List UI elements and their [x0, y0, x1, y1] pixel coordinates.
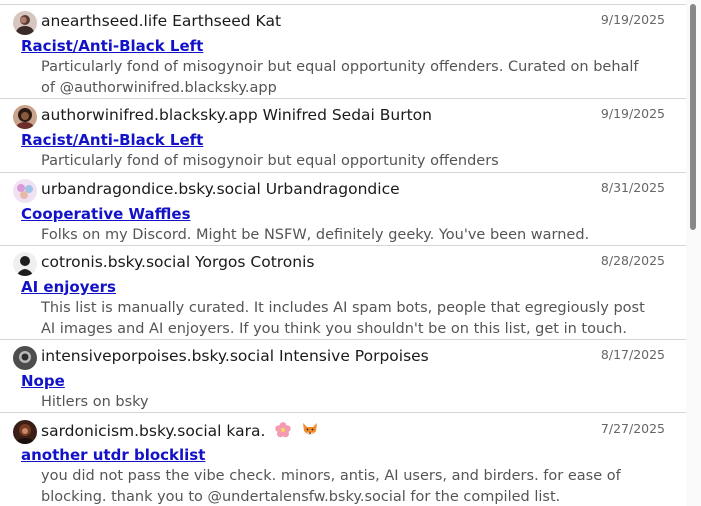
date-label: 8/28/2025: [600, 253, 665, 268]
list-title-link[interactable]: AI enjoyers: [21, 278, 116, 296]
author-name[interactable]: cotronis.bsky.social Yorgos Cotronis: [41, 253, 315, 271]
fox-icon: [301, 421, 319, 443]
date-label: 8/31/2025: [600, 180, 665, 195]
avatar[interactable]: [13, 346, 37, 370]
date-label: 9/19/2025: [600, 12, 665, 27]
list-description: Hitlers on bsky: [41, 394, 149, 410]
list-item: sardonicism.bsky.social kara. 7/27/2025 …: [0, 413, 686, 506]
scrollbar-thumb[interactable]: [690, 4, 696, 230]
author-name[interactable]: urbandragondice.bsky.social Urbandragond…: [41, 180, 400, 198]
list-title-link[interactable]: another utdr blocklist: [21, 446, 205, 464]
list-title-link[interactable]: Nope: [21, 372, 65, 390]
avatar[interactable]: [13, 11, 37, 35]
list-feed: anearthseed.life Earthseed Kat 9/19/2025…: [0, 0, 686, 506]
author-name[interactable]: sardonicism.bsky.social kara.: [41, 421, 319, 443]
avatar[interactable]: [13, 252, 37, 276]
list-description: This list is manually curated. It includ…: [41, 300, 645, 337]
list-item: authorwinifred.blacksky.app Winifred Sed…: [0, 99, 686, 173]
list-description: Particularly fond of misogynoir but equa…: [41, 153, 499, 169]
list-item: anearthseed.life Earthseed Kat 9/19/2025…: [0, 4, 686, 99]
cherry-blossom-icon: [274, 421, 292, 443]
list-description: you did not pass the vibe check. minors,…: [41, 468, 621, 505]
vertical-scrollbar[interactable]: [686, 0, 701, 506]
date-label: 8/17/2025: [600, 347, 665, 362]
list-item: urbandragondice.bsky.social Urbandragond…: [0, 173, 686, 246]
avatar[interactable]: [13, 105, 37, 129]
author-name-text: sardonicism.bsky.social kara.: [41, 422, 266, 440]
author-name[interactable]: intensiveporpoises.bsky.social Intensive…: [41, 347, 429, 365]
list-title-link[interactable]: Racist/Anti-Black Left: [21, 37, 203, 55]
avatar[interactable]: [13, 179, 37, 203]
list-title-link[interactable]: Racist/Anti-Black Left: [21, 131, 203, 149]
author-name[interactable]: anearthseed.life Earthseed Kat: [41, 12, 281, 30]
list-title-link[interactable]: Cooperative Waffles: [21, 205, 191, 223]
avatar[interactable]: [13, 420, 37, 444]
date-label: 7/27/2025: [600, 421, 665, 436]
author-name[interactable]: authorwinifred.blacksky.app Winifred Sed…: [41, 106, 432, 124]
list-item: intensiveporpoises.bsky.social Intensive…: [0, 340, 686, 413]
list-item: cotronis.bsky.social Yorgos Cotronis 8/2…: [0, 246, 686, 340]
list-description: Folks on my Discord. Might be NSFW, defi…: [41, 227, 590, 243]
list-description: Particularly fond of misogynoir but equa…: [41, 59, 639, 96]
date-label: 9/19/2025: [600, 106, 665, 121]
